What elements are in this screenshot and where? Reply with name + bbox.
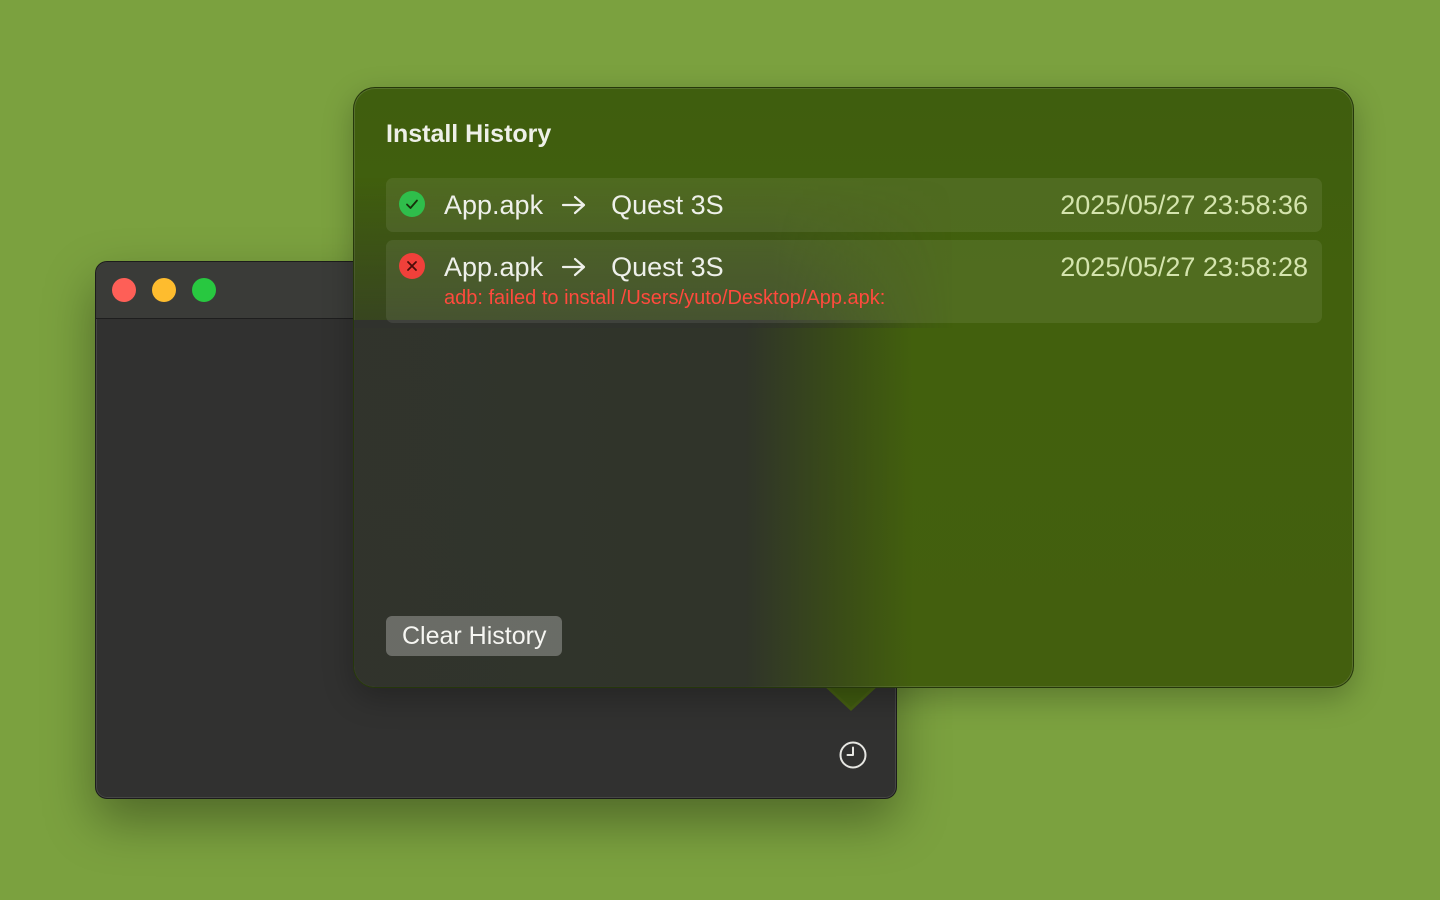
checkmark-icon xyxy=(406,199,418,209)
history-row[interactable]: App.apk Quest 3S 2025/05/27 23:58:36 xyxy=(386,178,1322,232)
close-window-button[interactable] xyxy=(112,278,136,302)
install-summary: App.apk Quest 3S xyxy=(444,188,724,222)
history-list: App.apk Quest 3S 2025/05/27 23:58:36 App… xyxy=(386,178,1322,331)
apk-file-name: App.apk xyxy=(444,189,544,220)
error-message: adb: failed to install /Users/yuto/Deskt… xyxy=(444,287,886,309)
zoom-window-button[interactable] xyxy=(192,278,216,302)
device-name: Quest 3S xyxy=(611,251,724,282)
clear-history-button[interactable]: Clear History xyxy=(386,616,563,656)
apk-file-name: App.apk xyxy=(444,251,544,282)
popover-title: Install History xyxy=(386,120,552,148)
install-history-button[interactable] xyxy=(837,739,869,771)
x-mark-icon xyxy=(407,261,417,271)
clock-icon xyxy=(839,741,867,769)
install-summary: App.apk Quest 3S xyxy=(444,250,724,284)
arrow-right-icon xyxy=(561,256,587,278)
minimize-window-button[interactable] xyxy=(152,278,176,302)
desktop: Install History App.apk Quest 3S 2025/05… xyxy=(0,0,1440,900)
device-name: Quest 3S xyxy=(611,189,724,220)
error-status-icon xyxy=(399,253,425,279)
history-row[interactable]: App.apk Quest 3S 2025/05/27 23:58:28 adb… xyxy=(386,240,1322,323)
arrow-right-icon xyxy=(561,194,587,216)
install-timestamp: 2025/05/27 23:58:28 xyxy=(1060,252,1308,282)
success-status-icon xyxy=(399,191,425,217)
install-timestamp: 2025/05/27 23:58:36 xyxy=(1060,190,1308,220)
install-history-popover: Install History App.apk Quest 3S 2025/05… xyxy=(353,87,1354,688)
